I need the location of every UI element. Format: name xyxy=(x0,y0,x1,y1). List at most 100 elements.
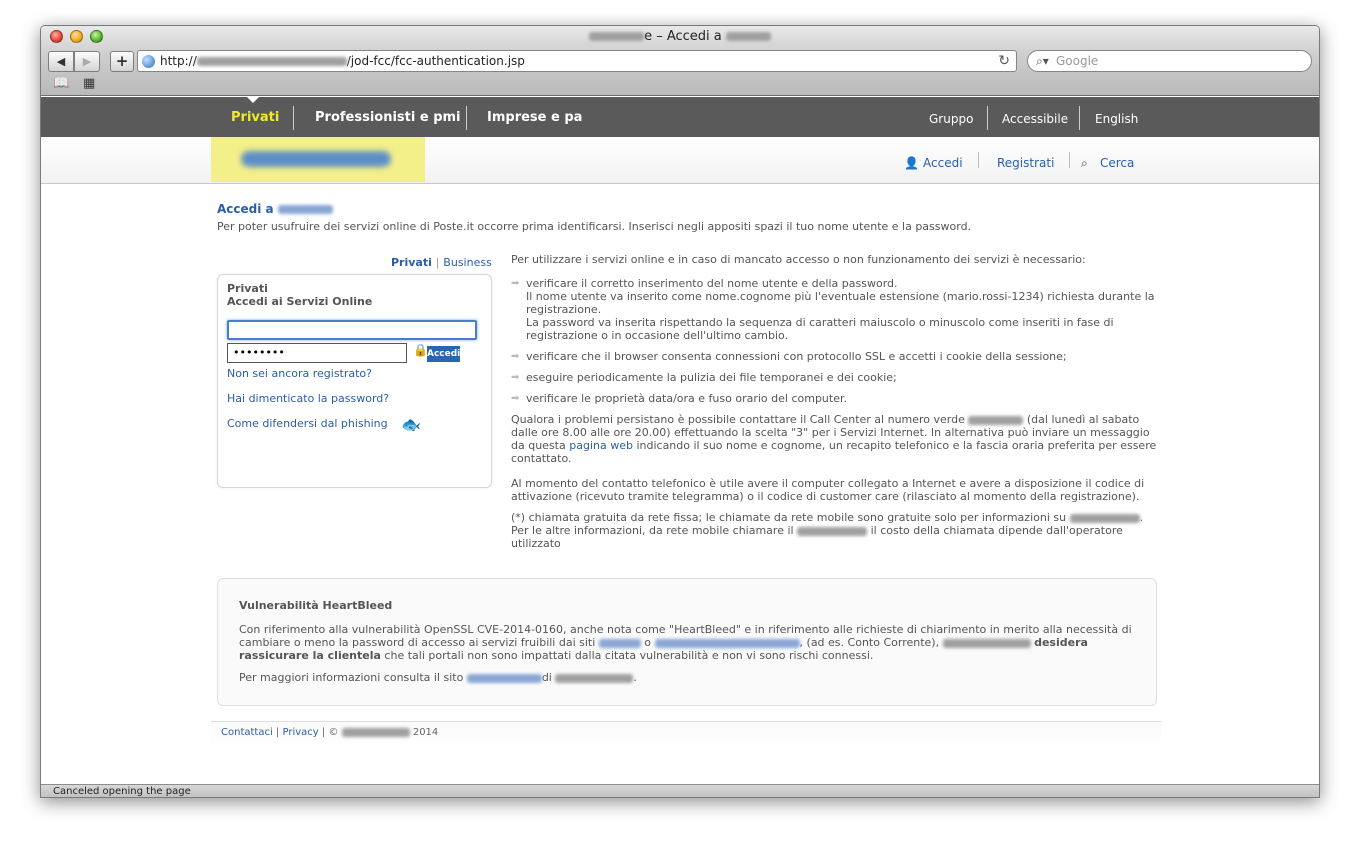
status-bar: Canceled opening the page xyxy=(41,784,1319,797)
divider xyxy=(1079,106,1080,130)
notice-text: di xyxy=(541,671,552,684)
header-registrati-link[interactable]: Registrati xyxy=(997,156,1054,170)
page-intro: Per poter usufruire dei servizi online d… xyxy=(217,220,972,233)
reload-icon[interactable]: ↻ xyxy=(998,51,1010,71)
active-caret-icon xyxy=(247,97,259,103)
search-field[interactable]: ⌕▾ Google xyxy=(1027,50,1312,72)
arrow-icon: ➡ xyxy=(511,393,520,404)
site-logo[interactable] xyxy=(211,137,425,182)
username-input[interactable] xyxy=(227,320,477,340)
nav-professionisti[interactable]: Professionisti e pmi xyxy=(315,110,461,125)
site-header: 👤 Accedi Registrati ⌕ Cerca xyxy=(41,137,1319,184)
browser-window: e – Accedi a ◀ ▶ + http:// /jod-fcc/fcc-a… xyxy=(40,25,1320,798)
help-callcenter: Qualora i problemi persistano è possibil… xyxy=(511,413,1161,465)
add-bookmark-button[interactable]: + xyxy=(110,51,134,72)
help-bullet: ➡ verificare che il browser consenta con… xyxy=(511,350,1161,363)
footer-contact-link[interactable]: Contattaci xyxy=(221,727,273,738)
phishing-link[interactable]: Come difendersi dal phishing xyxy=(227,417,388,430)
tab-business[interactable]: Business xyxy=(443,256,492,269)
password-input[interactable]: •••••••• xyxy=(227,343,407,363)
copyright-text: | © xyxy=(321,727,339,738)
url-prefix: http:// xyxy=(160,54,197,68)
redacted-text xyxy=(196,57,347,66)
redacted-text xyxy=(1069,513,1140,523)
help-bullet: ➡ verificare il corretto inserimento del… xyxy=(511,277,1161,342)
notice-text: che tali portali non sono impattati dall… xyxy=(384,649,874,662)
fishing-hook-icon: 🐟 xyxy=(401,415,421,434)
globe-icon xyxy=(142,55,155,68)
heartbleed-notice: Vulnerabilità HeartBleed Con riferimento… xyxy=(217,578,1157,706)
redacted-text xyxy=(942,638,1031,648)
redacted-link[interactable] xyxy=(466,673,542,683)
contact-page-link[interactable]: pagina web xyxy=(569,439,633,452)
redacted-link[interactable] xyxy=(654,638,800,648)
page-title: Accedi a xyxy=(217,202,333,216)
notice-text: Per maggiori informazioni consulta il si… xyxy=(239,671,464,684)
copyright-year: 2014 xyxy=(412,727,439,738)
lock-icon: 🔒 xyxy=(413,343,428,357)
heartbleed-more-info: Per maggiori informazioni consulta il si… xyxy=(239,671,1135,684)
forward-icon: ▶ xyxy=(82,55,92,68)
grid-icon[interactable]: ▦ xyxy=(83,76,95,91)
header-cerca-link[interactable]: Cerca xyxy=(1100,156,1134,170)
tab-separator: | xyxy=(435,256,440,269)
redacted-text xyxy=(725,32,771,41)
book-icon[interactable]: 📖 xyxy=(53,76,69,91)
help-footnote: (*) chiamata gratuita da rete fissa; le … xyxy=(511,511,1161,550)
plus-icon: + xyxy=(115,52,129,70)
help-column: Per utilizzare i servizi online e in cas… xyxy=(511,253,1161,558)
redacted-link[interactable] xyxy=(598,638,641,648)
bullet-text: verificare le proprietà data/ora e fuso … xyxy=(526,392,847,405)
help-text: (*) chiamata gratuita da rete fissa; le … xyxy=(511,511,1067,524)
top-navigation: Privati Professionisti e pmi Imprese e p… xyxy=(41,97,1319,137)
page-title-text: Accedi a xyxy=(217,202,274,216)
login-submit-button[interactable]: Accedi xyxy=(427,346,460,362)
window-title-text: e – Accedi a xyxy=(644,29,722,44)
divider xyxy=(293,106,294,130)
divider xyxy=(466,106,467,130)
arrow-icon: ➡ xyxy=(511,278,520,289)
login-box-subtitle: Accedi ai Servizi Online xyxy=(227,295,373,308)
address-bar[interactable]: http:// /jod-fcc/fcc-authentication.jsp ↻ xyxy=(137,50,1017,72)
heartbleed-text: Con riferimento alla vulnerabilità OpenS… xyxy=(239,623,1135,662)
window-title: e – Accedi a xyxy=(41,29,1319,44)
help-phone-contact: Al momento del contatto telefonico è uti… xyxy=(511,477,1145,503)
redacted-logo xyxy=(241,151,391,167)
nav-accessibile[interactable]: Accessibile xyxy=(1002,112,1068,126)
nav-gruppo[interactable]: Gruppo xyxy=(929,112,973,126)
help-intro: Per utilizzare i servizi online e in cas… xyxy=(511,253,1086,266)
bullet-text: verificare che il browser consenta conne… xyxy=(526,350,1067,363)
register-link[interactable]: Non sei ancora registrato? xyxy=(227,367,372,380)
bullet-text: Il nome utente va inserito come nome.cog… xyxy=(526,290,1155,316)
page-footer: Contattaci | Privacy | © 2014 xyxy=(211,721,1161,749)
forward-button[interactable]: ▶ xyxy=(74,51,100,72)
help-text: Qualora i problemi persistano è possibil… xyxy=(511,413,965,426)
footer-privacy-link[interactable]: Privacy xyxy=(282,727,318,738)
redacted-text xyxy=(277,205,333,214)
bullet-text: verificare il corretto inserimento del n… xyxy=(526,277,898,290)
redacted-text xyxy=(968,415,1024,425)
tab-privati[interactable]: Privati xyxy=(391,256,432,269)
divider xyxy=(978,152,979,168)
help-bullet: ➡ eseguire periodicamente la pulizia dei… xyxy=(511,371,1161,384)
help-bullet: ➡ verificare le proprietà data/ora e fus… xyxy=(511,392,1161,405)
back-icon: ◀ xyxy=(56,55,66,68)
back-button[interactable]: ◀ xyxy=(48,51,74,72)
search-icon: ⌕▾ xyxy=(1036,54,1049,68)
nav-english[interactable]: English xyxy=(1095,112,1138,126)
nav-privati[interactable]: Privati xyxy=(231,110,279,125)
bullet-text: La password va inserita rispettando la s… xyxy=(526,316,1114,342)
user-icon: 👤 xyxy=(904,156,919,170)
header-accedi-link[interactable]: Accedi xyxy=(923,156,963,170)
arrow-icon: ➡ xyxy=(511,372,520,383)
redacted-text xyxy=(555,673,634,683)
search-icon: ⌕ xyxy=(1081,156,1088,170)
redacted-text xyxy=(797,526,868,536)
arrow-icon: ➡ xyxy=(511,351,520,362)
forgot-password-link[interactable]: Hai dimenticato la password? xyxy=(227,392,389,405)
nav-imprese[interactable]: Imprese e pa xyxy=(487,110,582,125)
search-placeholder: Google xyxy=(1056,54,1099,68)
title-bar: e – Accedi a ◀ ▶ + http:// /jod-fcc/fcc-a… xyxy=(41,26,1319,96)
redacted-text xyxy=(341,727,410,737)
footer-separator: | xyxy=(275,727,280,738)
